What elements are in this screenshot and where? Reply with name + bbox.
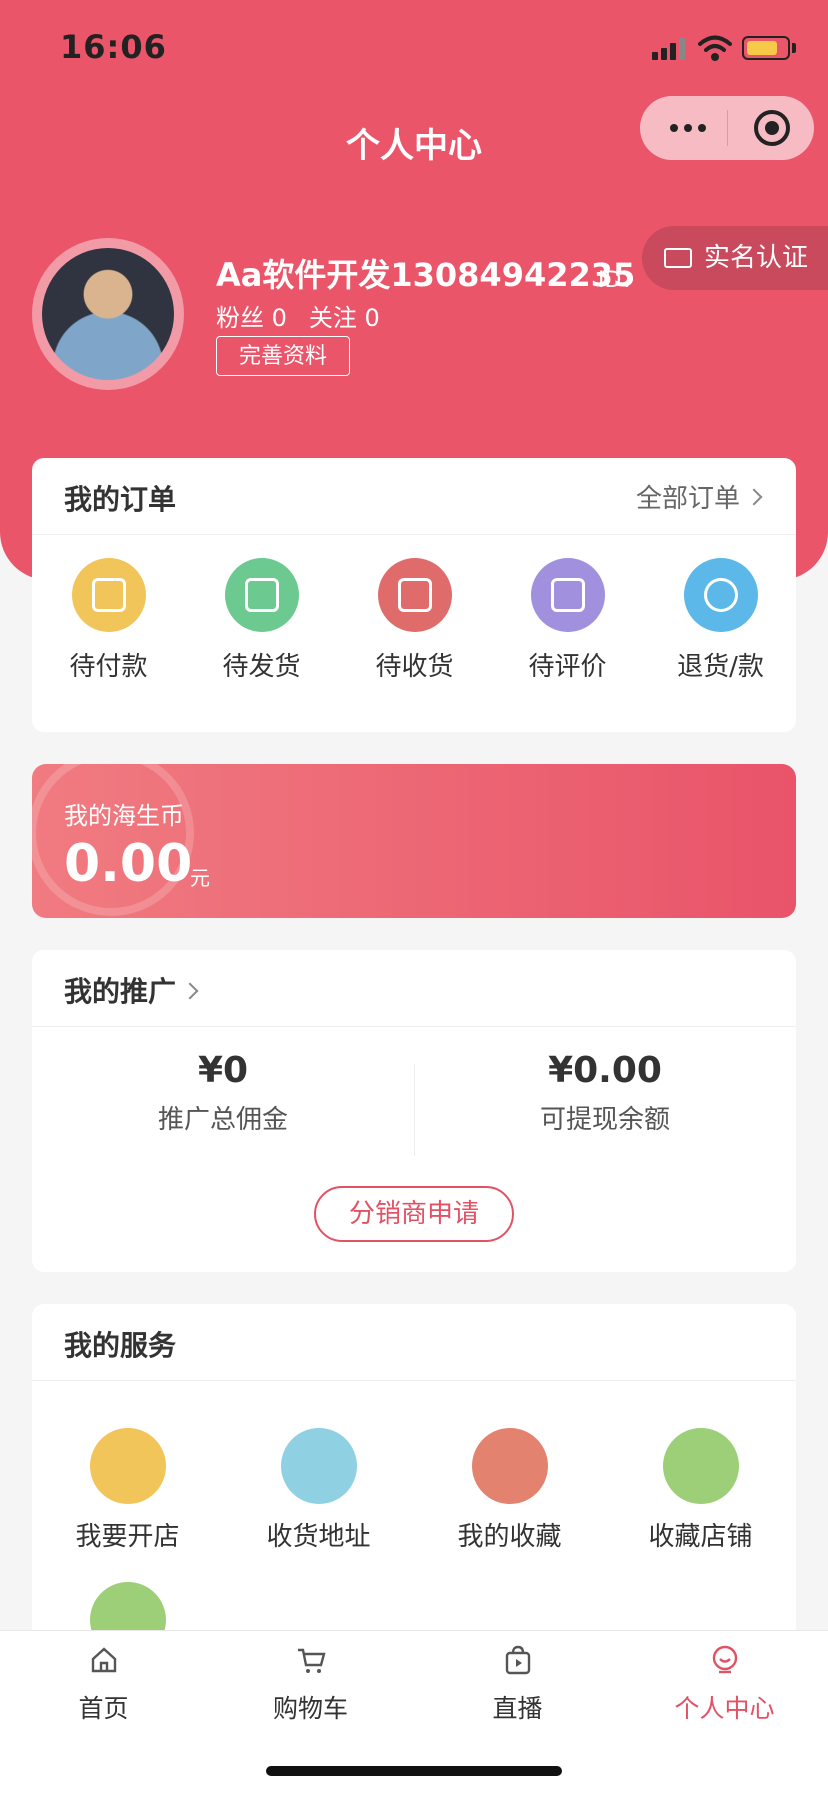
box-icon: [224, 558, 299, 632]
location-icon: [280, 1428, 357, 1504]
order-pending-shipment[interactable]: 待发货: [185, 558, 338, 683]
all-orders-link[interactable]: 全部订单: [636, 478, 763, 515]
tab-home[interactable]: 首页: [0, 1645, 207, 1725]
wallet-icon: [71, 558, 146, 632]
star-icon: [471, 1428, 548, 1504]
store-icon: [89, 1428, 166, 1504]
follow-count[interactable]: 关注 0: [309, 304, 380, 332]
home-icon: [91, 1647, 116, 1673]
coin-value: 0.00: [64, 834, 193, 894]
withdrawable-stat: ¥0.00 可提现余额: [414, 1050, 796, 1136]
battery-icon: [742, 36, 790, 60]
service-favorites[interactable]: 我的收藏: [414, 1428, 605, 1553]
commission-stat: ¥0 推广总佣金: [32, 1050, 414, 1136]
id-card-icon: [664, 248, 692, 268]
live-icon: [505, 1645, 530, 1675]
commission-value: ¥0: [197, 1050, 249, 1091]
order-pending-receipt[interactable]: 待收货: [338, 558, 491, 683]
cart-icon: [297, 1648, 326, 1673]
commission-label: 推广总佣金: [157, 1105, 288, 1135]
edit-profile-button[interactable]: 完善资料: [216, 336, 350, 376]
status-bar: 16:06: [0, 0, 828, 100]
services-card: 我的服务 我要开店 收货地址 我的收藏 收藏店铺: [32, 1304, 796, 1664]
distributor-apply-button[interactable]: 分销商申请: [314, 1186, 514, 1242]
promotion-title[interactable]: 我的推广: [64, 970, 199, 1010]
coin-balance-card[interactable]: 我的海生币 0.00 元: [32, 764, 796, 918]
order-pending-review[interactable]: 待评价: [491, 558, 644, 683]
follow-stats: 粉丝 0 关注 0: [216, 298, 402, 333]
promotion-card: 我的推广 ¥0 推广总佣金 ¥0.00 可提现余额 分销商申请: [32, 950, 796, 1272]
withdrawable-label: 可提现余额: [539, 1105, 670, 1135]
verify-label: 实名认证: [704, 243, 809, 273]
services-title: 我的服务: [64, 1329, 177, 1362]
coin-title: 我的海生币: [64, 802, 184, 830]
more-icon[interactable]: [668, 118, 708, 138]
avatar[interactable]: [32, 238, 184, 390]
service-open-store[interactable]: 我要开店: [32, 1428, 223, 1553]
username: Aa软件开发13084942235: [216, 256, 636, 294]
user-id-label: ID：: [598, 268, 644, 293]
tab-cart[interactable]: 购物车: [207, 1645, 414, 1725]
service-address[interactable]: 收货地址: [223, 1428, 414, 1553]
avatar-image: [42, 248, 174, 380]
chevron-right-icon: [181, 982, 199, 1000]
status-time: 16:06: [60, 28, 167, 66]
orders-title: 我的订单: [64, 483, 177, 516]
tab-live[interactable]: 直播: [414, 1645, 621, 1725]
home-indicator[interactable]: [266, 1766, 562, 1776]
tab-profile[interactable]: 个人中心: [621, 1645, 828, 1725]
shop-icon: [662, 1428, 739, 1504]
close-miniprogram-icon[interactable]: [754, 110, 790, 146]
fans-count[interactable]: 粉丝 0: [216, 304, 287, 332]
refund-icon: [683, 558, 758, 632]
profile-icon: [712, 1645, 737, 1674]
wifi-icon: [698, 35, 732, 61]
comment-icon: [530, 558, 605, 632]
order-pending-payment[interactable]: 待付款: [32, 558, 185, 683]
withdrawable-value: ¥0.00: [548, 1050, 662, 1091]
orders-card: 我的订单 全部订单 待付款 待发货 待收货 待评价 退货/款: [32, 458, 796, 732]
truck-icon: [377, 558, 452, 632]
coin-unit: 元: [190, 866, 210, 890]
real-name-verify-button[interactable]: 实名认证: [642, 226, 828, 290]
signal-icon: [652, 38, 688, 60]
chevron-right-icon: [745, 488, 763, 506]
miniprogram-capsule: [640, 96, 814, 160]
order-refund[interactable]: 退货/款: [644, 558, 797, 683]
service-favorite-shops[interactable]: 收藏店铺: [605, 1428, 796, 1553]
